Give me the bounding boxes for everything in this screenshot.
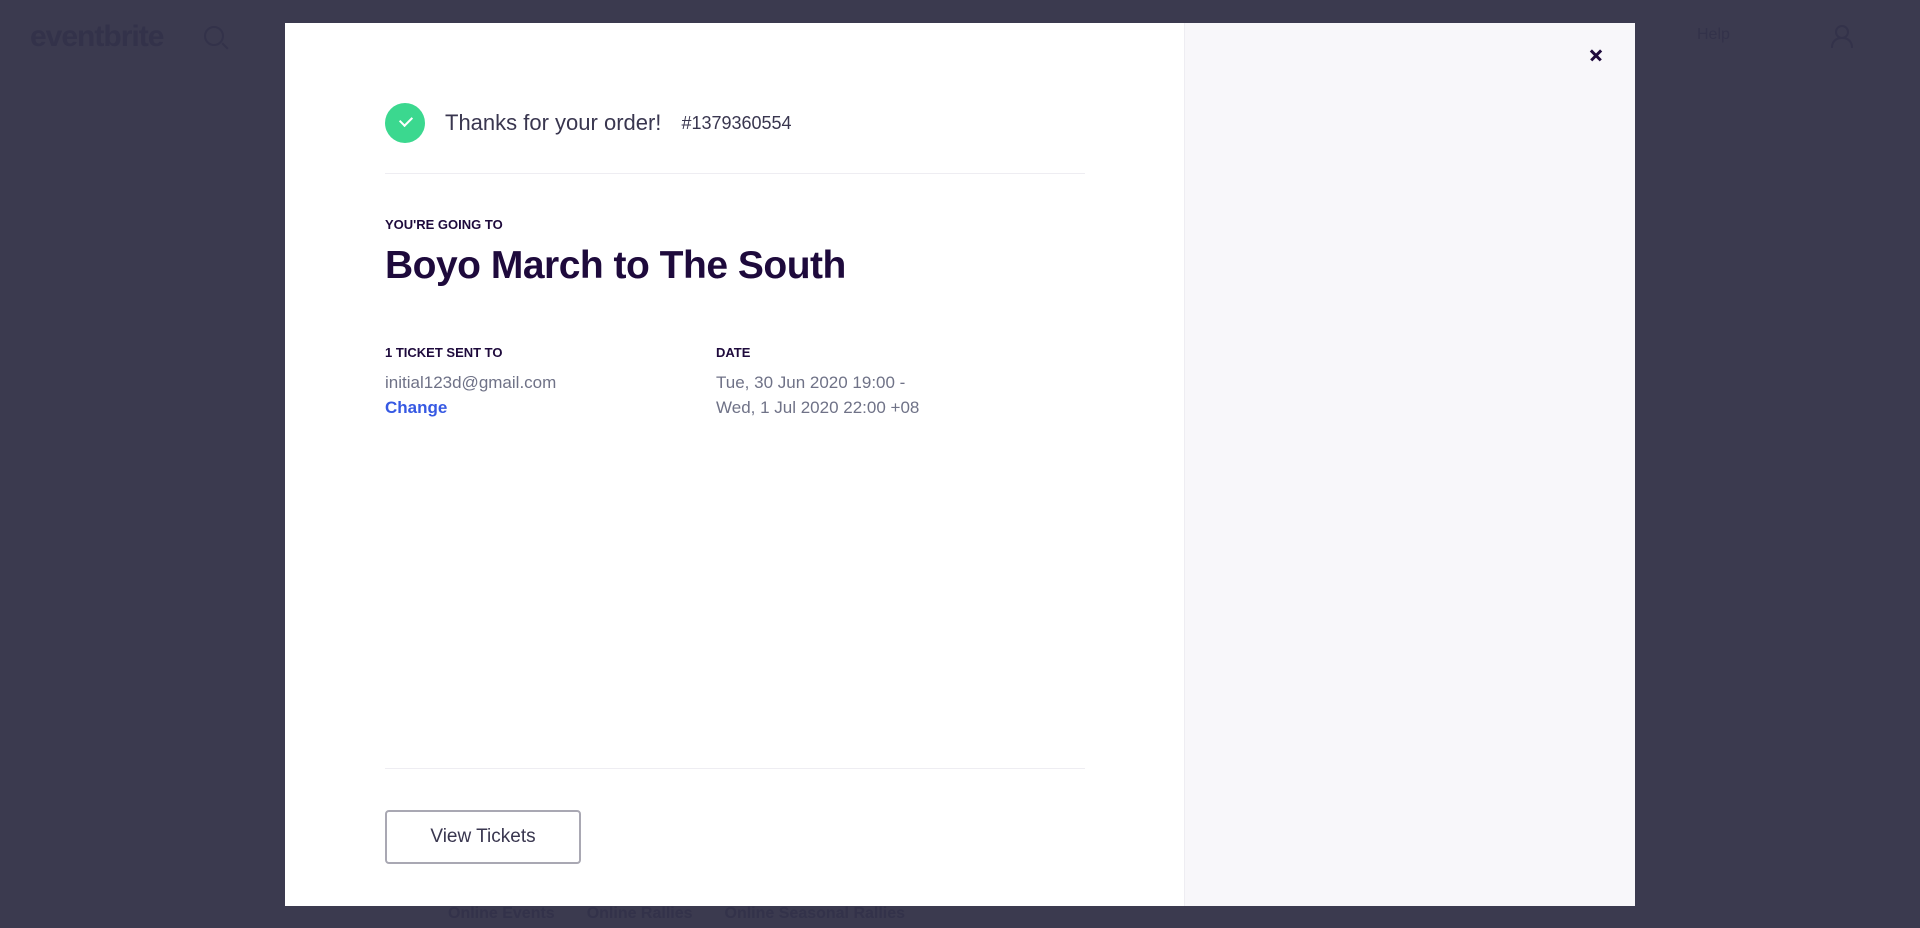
category-link: Online Seasonal Rallies — [724, 905, 906, 922]
category-link: Online Events — [448, 905, 555, 922]
modal-side-panel — [1184, 23, 1635, 906]
tickets-sent-section: 1 TICKET SENT TO initial123d@gmail.com C… — [385, 345, 556, 420]
view-tickets-button[interactable]: View Tickets — [385, 810, 581, 864]
event-title: Boyo March to The South — [385, 244, 846, 287]
user-icon — [1829, 24, 1853, 48]
eventbrite-logo: eventbrite — [30, 20, 164, 53]
category-link: Online Rallies — [586, 905, 693, 922]
tickets-sent-label: 1 TICKET SENT TO — [385, 345, 503, 360]
divider — [385, 173, 1085, 174]
help-link: Help — [1697, 26, 1730, 43]
order-confirmation-modal: Thanks for your order! #1379360554 YOU'R… — [285, 23, 1635, 906]
check-icon — [385, 103, 425, 143]
order-header: Thanks for your order! #1379360554 — [385, 103, 792, 143]
ticket-email: initial123d@gmail.com — [385, 373, 557, 392]
order-number: #1379360554 — [681, 112, 792, 133]
date-end: Wed, 1 Jul 2020 22:00 +08 — [716, 398, 920, 417]
thanks-message: Thanks for your order! — [445, 110, 662, 135]
date-start: Tue, 30 Jun 2020 19:00 - — [716, 373, 906, 392]
change-email-link[interactable]: Change — [385, 395, 447, 420]
close-icon[interactable] — [1582, 41, 1610, 69]
search-icon — [204, 26, 224, 46]
modal-main-panel: Thanks for your order! #1379360554 YOU'R… — [285, 23, 1184, 906]
date-section: DATE Tue, 30 Jun 2020 19:00 - Wed, 1 Jul… — [716, 345, 919, 420]
date-label: DATE — [716, 345, 751, 360]
divider — [385, 768, 1085, 769]
category-links: Online Events Online Rallies Online Seas… — [448, 905, 905, 923]
going-to-label: YOU'RE GOING TO — [385, 217, 503, 232]
